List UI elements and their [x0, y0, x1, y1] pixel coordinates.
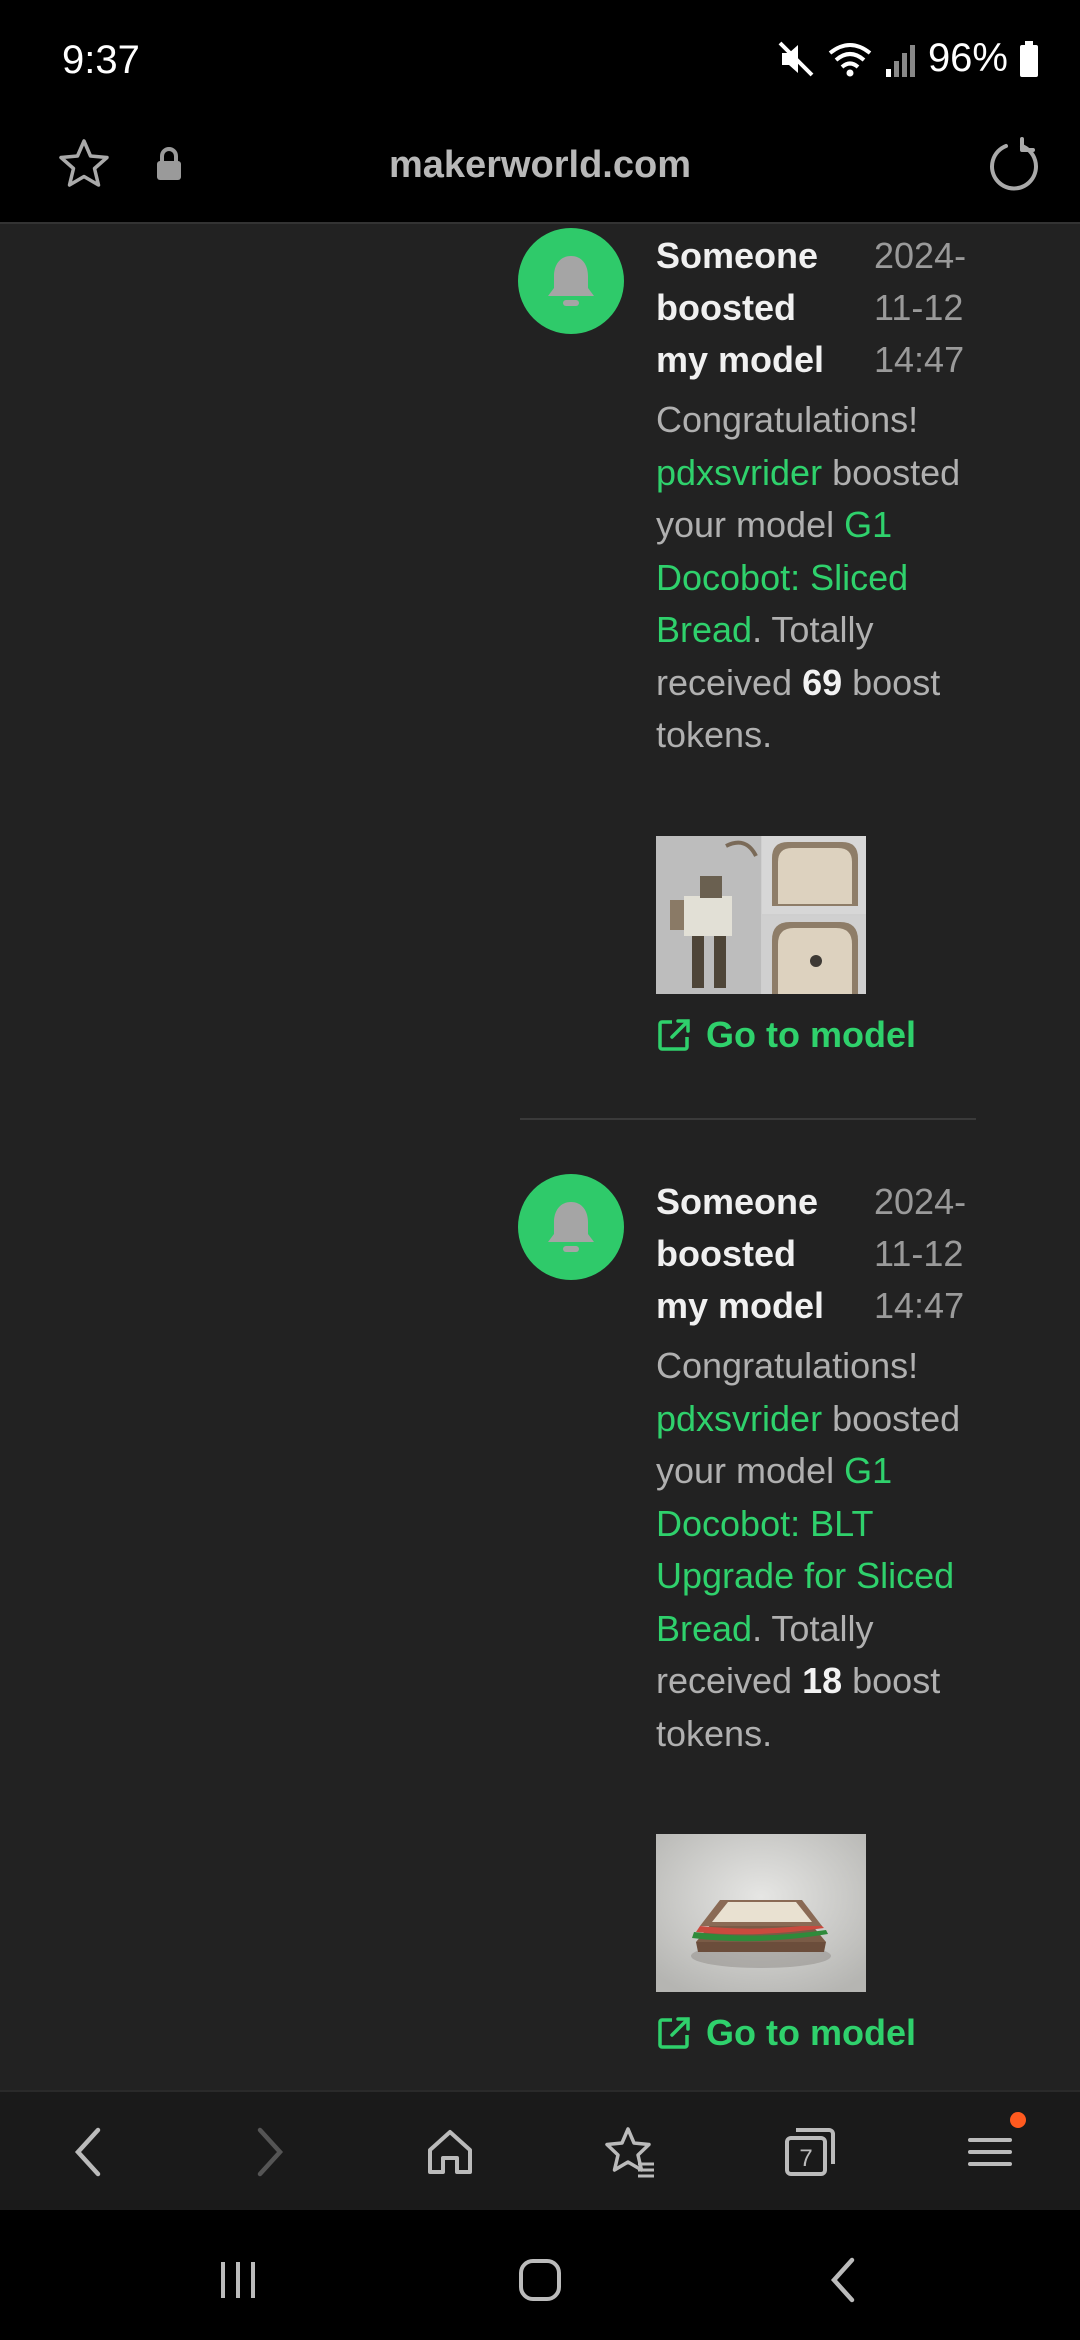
back-chevron-icon: [830, 2257, 855, 2303]
wifi-icon: [828, 42, 872, 76]
tabs-count: 7: [799, 2145, 812, 2172]
home-button[interactable]: [418, 2120, 482, 2184]
battery-icon: [1020, 40, 1038, 77]
tabs-button[interactable]: 7: [778, 2120, 842, 2184]
chevron-right-icon: [257, 2127, 284, 2177]
token-count: 69: [802, 661, 843, 703]
external-link-icon: [658, 2017, 690, 2049]
forward-button[interactable]: [238, 2120, 302, 2184]
notification-item: Someone boosted my model 2024- 11-12 14:…: [518, 1170, 978, 2090]
home-square-icon: [519, 2259, 561, 2301]
bookmarks-star-icon: [605, 2127, 654, 2178]
menu-button[interactable]: [958, 2112, 1026, 2184]
go-to-model-link[interactable]: Go to model: [656, 1014, 916, 1056]
notification-message: Congratulations! pdxsvrider boosted your…: [656, 399, 961, 755]
bell-icon: [518, 228, 624, 334]
signal-icon: [885, 44, 915, 77]
notification-date: 2024- 11-12 14:47: [874, 235, 967, 380]
recent-apps-button[interactable]: [208, 2250, 268, 2310]
chevron-left-icon: [74, 2127, 101, 2177]
notifications-list: Someone boosted my model 2024- 11-12 14:…: [0, 222, 1080, 2090]
bookmarks-button[interactable]: [598, 2120, 662, 2184]
notification-date: 2024- 11-12 14:47: [874, 1181, 967, 1326]
bell-icon: [518, 1174, 624, 1280]
status-bar: 9:37 96%: [0, 0, 1080, 126]
notification-title: Someone boosted my model: [656, 235, 825, 380]
battery-percent: 96%: [927, 36, 1008, 80]
notification-divider: [520, 1118, 976, 1120]
mute-icon: [778, 41, 814, 76]
back-button[interactable]: [56, 2120, 120, 2184]
token-count: 18: [802, 1660, 843, 1701]
url-bar[interactable]: makerworld.com: [0, 126, 1080, 222]
go-to-model-link[interactable]: Go to model: [656, 2012, 916, 2054]
notification-title: Someone boosted my model: [656, 1181, 825, 1326]
external-link-icon: [658, 1019, 690, 1051]
notification-dot: [1010, 2112, 1026, 2128]
robot-bread-thumbnail[interactable]: [656, 836, 866, 994]
status-icons: 96%: [776, 36, 1040, 81]
recent-apps-icon: [221, 2262, 255, 2298]
url-text[interactable]: makerworld.com: [0, 144, 1080, 187]
system-navigation-bar: [0, 2210, 1080, 2340]
notification-item: Someone boosted my model 2024- 11-12 14:…: [518, 224, 978, 1124]
sandwich-thumbnail[interactable]: [656, 1834, 866, 1992]
browser-toolbar: 7: [0, 2090, 1080, 2210]
home-system-button[interactable]: [510, 2250, 570, 2310]
notification-message: Congratulations! pdxsvrider boosted your…: [656, 1345, 961, 1754]
back-system-button[interactable]: [814, 2250, 874, 2310]
status-time: 9:37: [62, 38, 140, 82]
user-link[interactable]: pdxsvrider: [656, 452, 822, 493]
home-icon: [428, 2130, 472, 2174]
hamburger-menu-icon: [968, 2138, 1012, 2166]
tabs-icon: 7: [785, 2128, 835, 2176]
user-link[interactable]: pdxsvrider: [656, 1398, 822, 1439]
reload-icon[interactable]: [984, 136, 1044, 196]
